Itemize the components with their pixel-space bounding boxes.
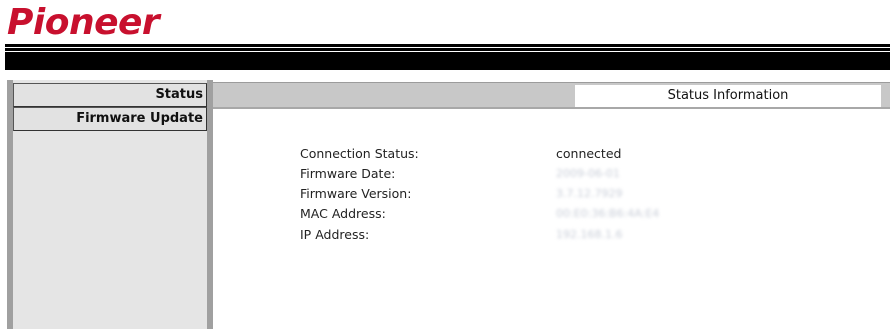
connection-status-label: Connection Status:	[300, 146, 419, 161]
stripe-bottom	[5, 66, 890, 70]
ip-address-label: IP Address:	[300, 227, 370, 242]
sidebar-item-firmware-update[interactable]: Firmware Update	[13, 107, 207, 131]
connection-status-value: connected	[556, 146, 622, 161]
sidebar-item-status[interactable]: Status	[13, 83, 207, 107]
pioneer-logo: Pioneer	[7, 2, 160, 43]
firmware-version-value: 3.7.12.7929	[556, 187, 623, 200]
firmware-version-label: Firmware Version:	[300, 186, 412, 201]
ip-address-value: 192.168.1.6	[556, 228, 623, 241]
mac-address-label: MAC Address:	[300, 206, 386, 221]
tab-status-information[interactable]: Status Information	[575, 85, 881, 107]
stripe-solid	[5, 54, 890, 64]
content-header-bar: Status Information	[213, 82, 890, 109]
firmware-date-label: Firmware Date:	[300, 166, 396, 181]
mac-address-value: 00:E0:36:B6:4A:E4	[556, 207, 660, 220]
page: Pioneer Status Firmware Update Status In…	[0, 0, 890, 329]
header-stripes	[5, 44, 890, 70]
firmware-date-value: 2009-06-01	[556, 167, 620, 180]
